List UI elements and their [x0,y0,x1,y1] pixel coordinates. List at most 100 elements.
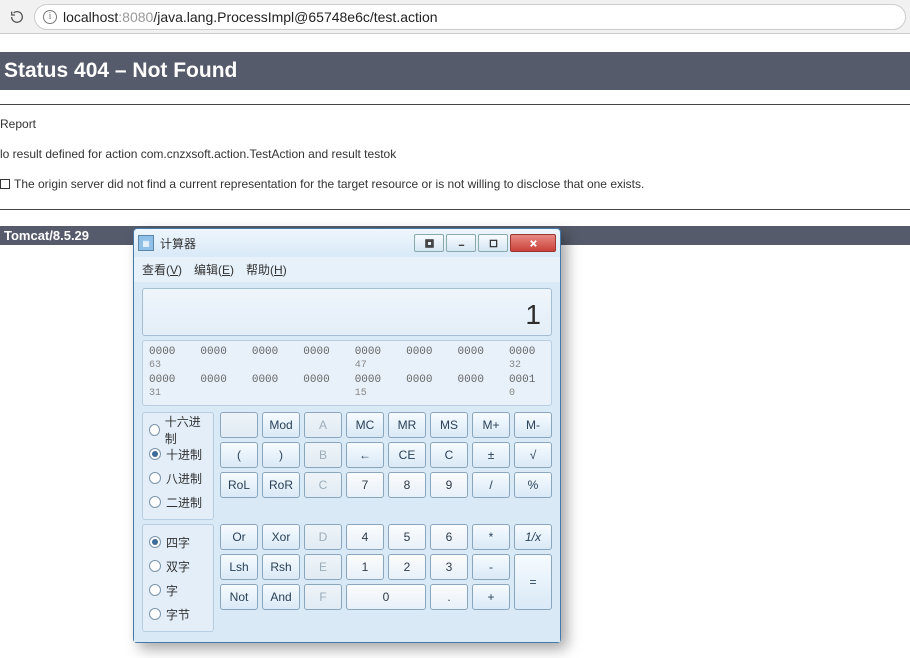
lsh-button[interactable]: Lsh [220,554,258,580]
radio-icon [149,584,161,596]
num-8-button[interactable]: 8 [388,472,426,498]
c-clear-button[interactable]: C [430,442,468,468]
url-path: /java.lang.ProcessImpl@65748e6c/test.act… [153,9,437,25]
num-4-button[interactable]: 4 [346,524,384,550]
menu-view[interactable]: 查看(V) [142,261,182,278]
error-description: The origin server did not find a current… [14,173,644,195]
radio-icon [149,472,161,484]
mc-button[interactable]: MC [346,412,384,438]
address-bar[interactable]: i localhost:8080/java.lang.ProcessImpl@6… [34,4,906,30]
f-button[interactable]: F [304,584,342,610]
multiply-button[interactable]: * [472,524,510,550]
mplus-button[interactable]: M+ [472,412,510,438]
url-host: localhost [63,9,118,25]
mod-button[interactable]: Mod [262,412,300,438]
lower-panel: 四字 双字 字 字节 Or Xor D 4 5 6 * 1/x Lsh Rsh … [142,524,552,632]
plus-button[interactable]: + [472,584,510,610]
radio-icon [149,496,161,508]
rparen-button[interactable]: ) [262,442,300,468]
radix-hex[interactable]: 十六进制 [149,418,207,442]
bit-display: 00000000000000000000000000000000 634732 … [142,340,552,406]
mminus-button[interactable]: M- [514,412,552,438]
minus-button[interactable]: - [472,554,510,580]
radio-icon [149,560,161,572]
menu-help[interactable]: 帮助(H) [246,261,287,278]
divider [0,104,910,105]
calculator-window: ▦ 计算器 查看(V) 编辑(E) 帮助(H) 1 00000000000000… [133,228,561,643]
bit-labels-2: 31150 [149,387,545,401]
url-port: :8080 [118,9,153,25]
menu-edit[interactable]: 编辑(E) [194,261,234,278]
num-0-button[interactable]: 0 [346,584,426,610]
equals-button[interactable]: = [514,554,552,610]
xor-button[interactable]: Xor [262,524,300,550]
num-7-button[interactable]: 7 [346,472,384,498]
radix-oct[interactable]: 八进制 [149,466,207,490]
display: 1 [142,288,552,336]
word-word[interactable]: 字 [149,578,207,602]
bit-labels-1: 634732 [149,359,545,373]
bit-row-1: 00000000000000000000000000000000 [149,345,545,359]
a-button[interactable]: A [304,412,342,438]
num-2-button[interactable]: 2 [388,554,426,580]
app-icon: ▦ [138,235,154,251]
error-message: lo result defined for action com.cnzxsof… [0,143,910,165]
radio-icon [149,608,161,620]
num-1-button[interactable]: 1 [346,554,384,580]
reciprocal-button[interactable]: 1/x [514,524,552,550]
word-dword[interactable]: 双字 [149,554,207,578]
bullet-icon [0,179,10,189]
wordsize-panel: 四字 双字 字 字节 [142,524,214,632]
maximize-button[interactable] [478,234,508,252]
error-type: Report [0,113,910,135]
negate-button[interactable]: ± [472,442,510,468]
reload-button[interactable] [4,4,30,30]
reload-icon [9,9,25,25]
radix-dec[interactable]: 十进制 [149,442,207,466]
browser-toolbar: i localhost:8080/java.lang.ProcessImpl@6… [0,0,910,34]
window-title: 计算器 [160,235,196,252]
num-9-button[interactable]: 9 [430,472,468,498]
b-button[interactable]: B [304,442,342,468]
word-byte[interactable]: 字节 [149,602,207,626]
rol-button[interactable]: RoL [220,472,258,498]
radio-icon [149,424,160,436]
radix-panel: 十六进制 十进制 八进制 二进制 [142,412,214,520]
num-5-button[interactable]: 5 [388,524,426,550]
titlebar[interactable]: ▦ 计算器 [134,229,560,257]
calculator-body: 1 00000000000000000000000000000000 63473… [134,282,560,642]
error-heading: Status 404 – Not Found [0,52,910,90]
rsh-button[interactable]: Rsh [262,554,300,580]
decimal-button[interactable]: . [430,584,468,610]
info-icon: i [43,10,57,24]
upper-panel: 十六进制 十进制 八进制 二进制 Mod A MC MR MS M+ M- ( … [142,412,552,520]
divide-button[interactable]: / [472,472,510,498]
e-button[interactable]: E [304,554,342,580]
num-6-button[interactable]: 6 [430,524,468,550]
help-button[interactable] [414,234,444,252]
percent-button[interactable]: % [514,472,552,498]
minimize-button[interactable] [446,234,476,252]
word-qword[interactable]: 四字 [149,530,207,554]
and-button[interactable]: And [262,584,300,610]
mr-button[interactable]: MR [388,412,426,438]
lparen-button[interactable]: ( [220,442,258,468]
blank-button [220,412,258,438]
ms-button[interactable]: MS [430,412,468,438]
radio-icon [149,536,161,548]
or-button[interactable]: Or [220,524,258,550]
sqrt-button[interactable]: √ [514,442,552,468]
radix-bin[interactable]: 二进制 [149,490,207,514]
close-button[interactable] [510,234,556,252]
not-button[interactable]: Not [220,584,258,610]
d-button[interactable]: D [304,524,342,550]
bit-row-2: 00000000000000000000000000000001 [149,373,545,387]
button-grid-bottom: Or Xor D 4 5 6 * 1/x Lsh Rsh E 1 2 3 - = [220,524,552,610]
ce-button[interactable]: CE [388,442,426,468]
menu-bar: 查看(V) 编辑(E) 帮助(H) [134,257,560,282]
num-3-button[interactable]: 3 [430,554,468,580]
page-content: Status 404 – Not Found Report lo result … [0,52,910,245]
backspace-button[interactable]: ← [346,442,384,468]
c-hex-button[interactable]: C [304,472,342,498]
ror-button[interactable]: RoR [262,472,300,498]
